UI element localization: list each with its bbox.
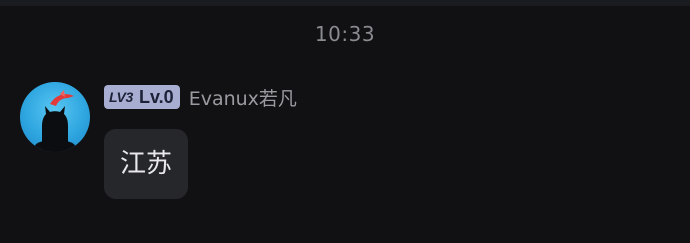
avatar[interactable] bbox=[20, 82, 90, 152]
cat-silhouette-icon bbox=[35, 90, 75, 152]
message-timestamp: 10:33 bbox=[314, 22, 376, 46]
level-tag: LV3 bbox=[109, 89, 134, 105]
message-bubble[interactable]: 江苏 bbox=[104, 129, 189, 199]
level-value: Lv.0 bbox=[139, 86, 174, 107]
sender-name[interactable]: Evanux若凡 bbox=[189, 84, 297, 111]
top-bar bbox=[0, 0, 690, 6]
chat-message: LV3 Lv.0 Evanux若凡 江苏 bbox=[20, 82, 670, 212]
sender-meta: LV3 Lv.0 Evanux若凡 bbox=[104, 84, 297, 110]
level-badge[interactable]: LV3 Lv.0 bbox=[104, 85, 180, 109]
